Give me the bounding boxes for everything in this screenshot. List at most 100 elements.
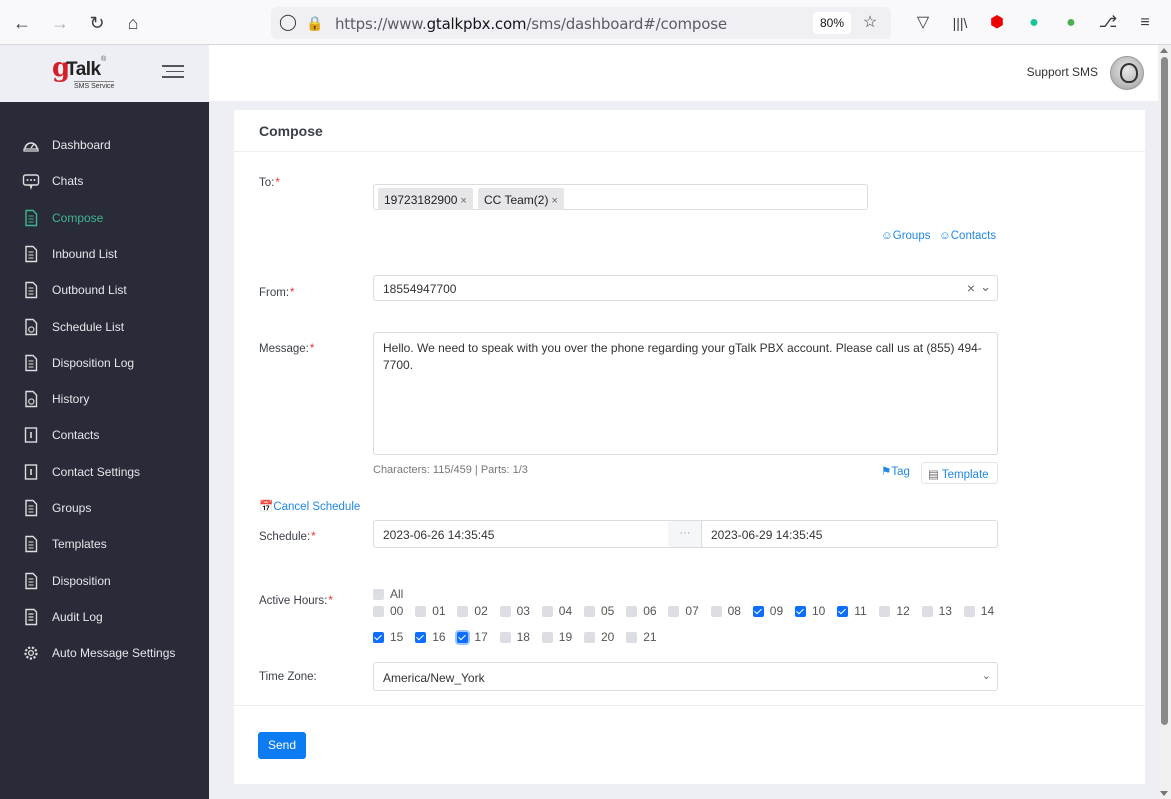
checkbox-checked-icon[interactable] [752,605,764,617]
template-button[interactable]: ▤ Template [921,462,998,484]
sidebar-item-schedule-list[interactable]: Schedule List [0,309,209,345]
checkbox-unchecked-icon[interactable] [963,605,975,617]
sidebar-item-history[interactable]: History [0,381,209,417]
user-name[interactable]: Support SMS [1027,65,1098,79]
clear-icon[interactable]: × [967,280,975,296]
hour-checkbox-15[interactable]: 15 [373,630,403,644]
hour-checkbox-14[interactable]: 14 [963,604,994,618]
page-scrollbar[interactable] [1158,45,1171,799]
shield-icon[interactable]: ◯ [277,12,299,34]
forward-icon[interactable]: → [49,12,71,34]
to-recipients-input[interactable]: 19723182900 × CC Team(2) × [373,184,868,210]
hour-checkbox-12[interactable]: 12 [879,604,910,618]
grammarly-icon[interactable]: ● [1023,12,1045,34]
hour-checkbox-09[interactable]: 09 [752,604,783,618]
remove-chip-icon[interactable]: × [551,195,557,207]
checkbox-checked-icon[interactable] [837,605,849,617]
scroll-thumb[interactable] [1161,57,1168,725]
checkbox-unchecked-icon[interactable] [499,605,511,617]
menu-icon[interactable]: ≡ [1134,12,1156,34]
checkbox-unchecked-icon[interactable] [373,588,384,600]
checkbox-unchecked-icon[interactable] [584,605,595,617]
hour-checkbox-05[interactable]: 05 [584,604,614,618]
checkbox-checked-icon[interactable] [415,631,427,643]
sidebar-toggle-icon[interactable] [162,65,184,81]
checkbox-checked-icon[interactable] [373,631,384,643]
sidebar-item-compose[interactable]: Compose [0,200,209,236]
sidebar-item-disposition-log[interactable]: Disposition Log [0,345,209,381]
avatar[interactable] [1110,56,1144,90]
reload-icon[interactable]: ↻ [86,12,108,34]
chevron-down-icon[interactable]: ⌄ [980,279,991,295]
hour-checkbox-20[interactable]: 20 [584,630,614,644]
hour-checkbox-04[interactable]: 04 [541,604,572,618]
checkbox-unchecked-icon[interactable] [373,605,384,617]
sidebar-item-outbound-list[interactable]: Outbound List [0,272,209,308]
hour-checkbox-02[interactable]: 02 [457,604,488,618]
scroll-up-arrow-icon[interactable] [1160,48,1168,53]
extensions-icon[interactable]: ⎇ [1097,12,1119,34]
sidebar-item-inbound-list[interactable]: Inbound List [0,236,209,272]
url-bar[interactable]: ◯ 🔒 https://www.gtalkpbx.com/sms/dashboa… [271,7,891,39]
tag-link[interactable]: ⚑Tag [881,464,910,478]
sidebar-item-contacts[interactable]: Contacts [0,417,209,453]
sidebar-item-groups[interactable]: Groups [0,490,209,526]
home-icon[interactable]: ⌂ [122,12,144,34]
adblock-icon[interactable]: ⬢ [986,12,1008,34]
pocket-icon[interactable]: ▽ [912,12,934,34]
hour-checkbox-19[interactable]: 19 [541,630,572,644]
hour-checkbox-08[interactable]: 08 [710,604,741,618]
all-hours-checkbox[interactable]: All [373,587,403,601]
sidebar-item-audit-log[interactable]: Audit Log [0,599,209,635]
checkbox-unchecked-icon[interactable] [415,605,427,617]
chat-extension-icon[interactable]: ● [1060,12,1082,34]
sidebar-item-disposition[interactable]: Disposition [0,563,209,599]
groups-link[interactable]: ☺Groups [881,230,930,242]
checkbox-checked-icon[interactable] [457,631,469,643]
sidebar-item-contact-settings[interactable]: Contact Settings [0,454,209,490]
hour-checkbox-17[interactable]: 17 [457,630,488,644]
scroll-down-arrow-icon[interactable] [1160,791,1168,796]
hour-checkbox-18[interactable]: 18 [499,630,530,644]
chevron-down-icon[interactable]: ⌄ [982,669,991,682]
remove-chip-icon[interactable]: × [460,195,466,207]
checkbox-unchecked-icon[interactable] [879,605,891,617]
checkbox-unchecked-icon[interactable] [541,631,553,643]
bookmark-star-icon[interactable]: ☆ [859,12,881,34]
sidebar-item-chats[interactable]: Chats [0,163,209,199]
cancel-schedule-link[interactable]: 📅Cancel Schedule [259,499,360,513]
checkbox-unchecked-icon[interactable] [457,605,469,617]
checkbox-unchecked-icon[interactable] [626,631,638,643]
hour-checkbox-07[interactable]: 07 [668,604,699,618]
hour-checkbox-21[interactable]: 21 [626,630,657,644]
hour-checkbox-03[interactable]: 03 [499,604,530,618]
sidebar-item-dashboard[interactable]: Dashboard [0,127,209,163]
from-select[interactable]: 18554947700 × ⌄ [373,275,998,301]
checkbox-unchecked-icon[interactable] [626,605,638,617]
hour-checkbox-11[interactable]: 11 [837,604,867,618]
hour-checkbox-16[interactable]: 16 [415,630,446,644]
url-text[interactable]: https://www.gtalkpbx.com/sms/dashboard#/… [335,15,727,33]
hour-checkbox-10[interactable]: 10 [795,604,825,618]
send-button[interactable]: Send [258,732,306,759]
sidebar-item-auto-message-settings[interactable]: Auto Message Settings [0,635,209,671]
hour-checkbox-13[interactable]: 13 [921,604,952,618]
sidebar-item-templates[interactable]: Templates [0,526,209,562]
checkbox-unchecked-icon[interactable] [710,605,722,617]
schedule-end-input[interactable]: 2023-06-29 14:35:45 [701,520,998,548]
schedule-start-input[interactable]: 2023-06-26 14:35:45 [373,520,669,548]
lock-icon[interactable]: 🔒 [304,12,326,34]
hour-checkbox-06[interactable]: 06 [626,604,657,618]
message-textarea[interactable]: Hello. We need to speak with you over th… [373,332,998,455]
hour-checkbox-01[interactable]: 01 [415,604,446,618]
checkbox-checked-icon[interactable] [795,605,806,617]
hour-checkbox-00[interactable]: 00 [373,604,403,618]
timezone-select[interactable]: America/New_York ⌄ [373,662,998,691]
checkbox-unchecked-icon[interactable] [668,605,680,617]
checkbox-unchecked-icon[interactable] [584,631,595,643]
zoom-level-badge[interactable]: 80% [813,12,851,34]
checkbox-unchecked-icon[interactable] [499,631,511,643]
checkbox-unchecked-icon[interactable] [921,605,933,617]
library-icon[interactable]: |||\ [949,12,971,34]
checkbox-unchecked-icon[interactable] [541,605,553,617]
